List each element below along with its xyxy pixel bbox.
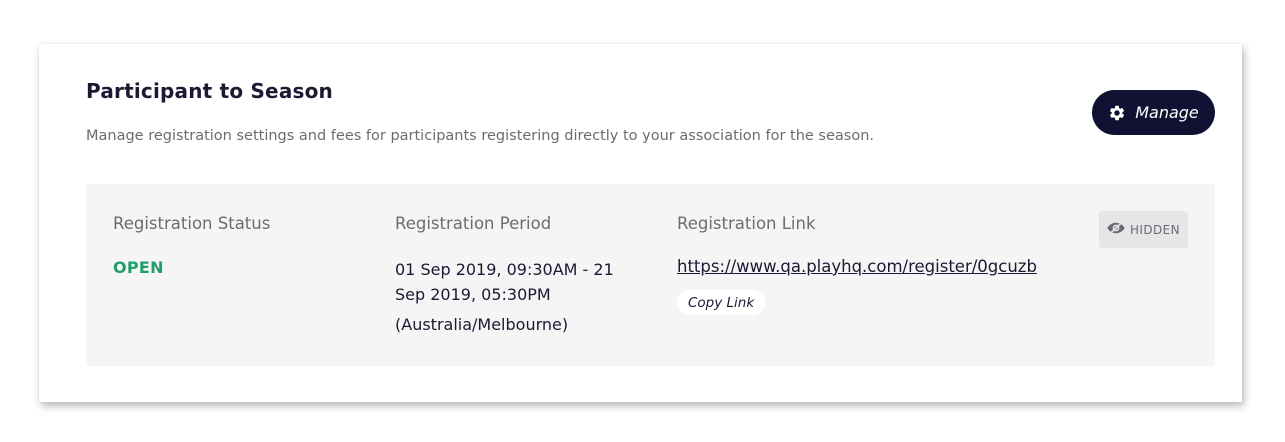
registration-details-panel: Registration Status OPEN Registration Pe… [86,184,1215,366]
visibility-badge-label: HIDDEN [1129,222,1180,237]
card-description: Manage registration settings and fees fo… [86,128,875,144]
registration-period-timezone: (Australia/Melbourne) [395,315,569,334]
manage-button[interactable]: Manage [1092,90,1215,135]
registration-period-label: Registration Period [395,214,552,233]
registration-period-value: 01 Sep 2019, 09:30AM - 21 Sep 2019, 05:3… [395,260,614,304]
registration-link-label: Registration Link [677,214,816,233]
card-title: Participant to Season [86,79,333,103]
copy-link-button[interactable]: Copy Link [677,290,766,315]
registration-card: Participant to Season Manage registratio… [39,44,1242,402]
gear-icon [1108,104,1126,122]
eye-hidden-icon [1107,222,1125,237]
visibility-badge[interactable]: HIDDEN [1099,211,1188,248]
manage-button-label: Manage [1135,103,1199,122]
registration-link[interactable]: https://www.qa.playhq.com/register/0gcuz… [677,257,1037,276]
registration-status-value: OPEN [113,258,164,277]
registration-status-label: Registration Status [113,214,271,233]
